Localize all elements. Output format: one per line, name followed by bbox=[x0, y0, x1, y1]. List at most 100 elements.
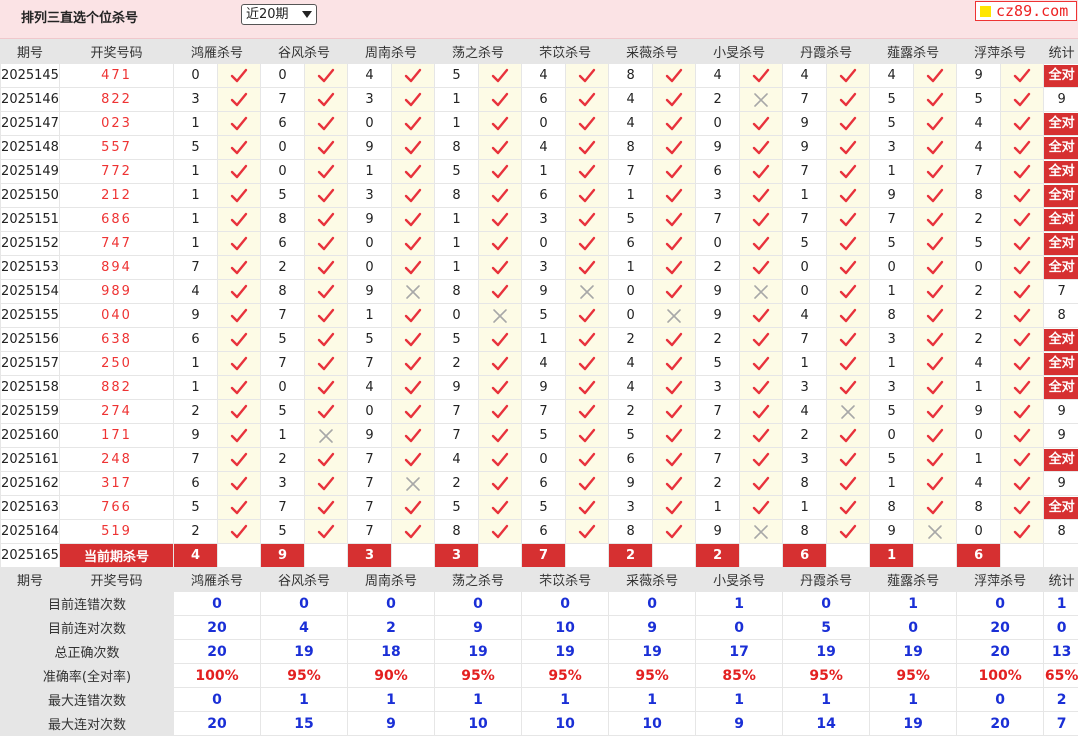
check-icon bbox=[839, 332, 857, 348]
period-cell: 2025161 bbox=[1, 448, 60, 472]
result-mark-cell bbox=[653, 472, 696, 496]
check-icon bbox=[839, 356, 857, 372]
col-header-stats: 统计 bbox=[1044, 568, 1078, 592]
summary-value: 0 bbox=[957, 688, 1044, 712]
result-mark-cell bbox=[653, 280, 696, 304]
result-mark-cell bbox=[566, 280, 609, 304]
kill-number-cell: 4 bbox=[609, 112, 653, 136]
kill-number-cell: 5 bbox=[261, 400, 305, 424]
current-kill-number: 3 bbox=[348, 544, 392, 568]
empty-cell bbox=[653, 544, 696, 568]
check-icon bbox=[404, 212, 422, 228]
summary-value: 20 bbox=[174, 616, 261, 640]
check-icon bbox=[491, 500, 509, 516]
kill-number-cell: 4 bbox=[435, 448, 479, 472]
summary-value: 4 bbox=[261, 616, 348, 640]
cross-icon bbox=[491, 308, 509, 324]
result-mark-cell bbox=[218, 520, 261, 544]
kill-number-cell: 2 bbox=[609, 400, 653, 424]
empty-cell bbox=[218, 544, 261, 568]
kill-number-cell: 6 bbox=[609, 448, 653, 472]
summary-value: 20 bbox=[174, 640, 261, 664]
check-icon bbox=[404, 524, 422, 540]
draw-number-cell: 766 bbox=[60, 496, 174, 520]
summary-value: 0 bbox=[609, 592, 696, 616]
current-kill-number: 6 bbox=[783, 544, 827, 568]
all-correct-badge: 全对 bbox=[1044, 257, 1078, 279]
kill-number-cell: 4 bbox=[348, 64, 392, 88]
table-row: 20251566386555122732全对 bbox=[1, 328, 1078, 352]
kill-number-cell: 2 bbox=[957, 304, 1001, 328]
result-mark-cell bbox=[305, 232, 348, 256]
stat-count: 9 bbox=[1058, 92, 1066, 107]
cross-icon bbox=[926, 524, 944, 540]
summary-value: 9 bbox=[348, 712, 435, 736]
check-icon bbox=[491, 284, 509, 300]
kill-number-cell: 7 bbox=[348, 448, 392, 472]
draw-number-cell: 894 bbox=[60, 256, 174, 280]
result-mark-cell bbox=[392, 448, 435, 472]
draw-number-cell: 248 bbox=[60, 448, 174, 472]
kill-number-cell: 6 bbox=[522, 520, 566, 544]
kill-number-cell: 5 bbox=[522, 496, 566, 520]
result-mark-cell bbox=[914, 256, 957, 280]
check-icon bbox=[404, 140, 422, 156]
result-mark-cell bbox=[653, 184, 696, 208]
result-mark-cell bbox=[827, 496, 870, 520]
result-mark-cell bbox=[305, 88, 348, 112]
col-header-expert: 丹霞杀号 bbox=[783, 568, 870, 592]
check-icon bbox=[665, 116, 683, 132]
kill-number-cell: 1 bbox=[348, 160, 392, 184]
stat-cell: 9 bbox=[1044, 424, 1078, 448]
all-correct-badge: 全对 bbox=[1044, 113, 1078, 135]
kill-number-cell: 9 bbox=[957, 64, 1001, 88]
check-icon bbox=[752, 188, 770, 204]
kill-number-cell: 0 bbox=[783, 256, 827, 280]
result-mark-cell bbox=[1001, 280, 1044, 304]
check-icon bbox=[926, 212, 944, 228]
summary-value: 19 bbox=[870, 640, 957, 664]
kill-number-cell: 7 bbox=[783, 160, 827, 184]
result-mark-cell bbox=[653, 424, 696, 448]
empty-cell bbox=[392, 544, 435, 568]
check-icon bbox=[926, 308, 944, 324]
summary-label: 最大连对次数 bbox=[1, 712, 174, 736]
result-mark-cell bbox=[827, 352, 870, 376]
kill-number-cell: 8 bbox=[435, 520, 479, 544]
period-cell: 2025157 bbox=[1, 352, 60, 376]
result-mark-cell bbox=[566, 64, 609, 88]
result-mark-cell bbox=[479, 304, 522, 328]
result-mark-cell bbox=[479, 88, 522, 112]
current-period-row: 2025165当前期杀号4933722616 bbox=[1, 544, 1078, 568]
result-mark-cell bbox=[914, 88, 957, 112]
check-icon bbox=[665, 140, 683, 156]
summary-value: 95% bbox=[783, 664, 870, 688]
check-icon bbox=[839, 452, 857, 468]
check-icon bbox=[491, 260, 509, 276]
summary-row: 总正确次数2019181919191719192013 bbox=[1, 640, 1078, 664]
check-icon bbox=[491, 476, 509, 492]
check-icon bbox=[926, 68, 944, 84]
kill-number-cell: 9 bbox=[696, 304, 740, 328]
draw-number-cell: 772 bbox=[60, 160, 174, 184]
check-icon bbox=[578, 524, 596, 540]
check-icon bbox=[317, 140, 335, 156]
check-icon bbox=[926, 236, 944, 252]
result-mark-cell bbox=[740, 280, 783, 304]
kill-number-cell: 2 bbox=[696, 328, 740, 352]
check-icon bbox=[317, 68, 335, 84]
draw-number-cell: 317 bbox=[60, 472, 174, 496]
col-header-stats: 统计 bbox=[1044, 40, 1078, 64]
check-icon bbox=[491, 236, 509, 252]
summary-value: 1 bbox=[522, 688, 609, 712]
result-mark-cell bbox=[827, 208, 870, 232]
check-icon bbox=[578, 188, 596, 204]
kill-number-cell: 6 bbox=[522, 88, 566, 112]
check-icon bbox=[752, 260, 770, 276]
result-mark-cell bbox=[740, 232, 783, 256]
period-select[interactable]: 近20期 bbox=[241, 4, 317, 25]
check-icon bbox=[926, 140, 944, 156]
kill-number-cell: 4 bbox=[783, 304, 827, 328]
site-badge[interactable]: cz89.com bbox=[975, 1, 1077, 21]
result-mark-cell bbox=[653, 232, 696, 256]
